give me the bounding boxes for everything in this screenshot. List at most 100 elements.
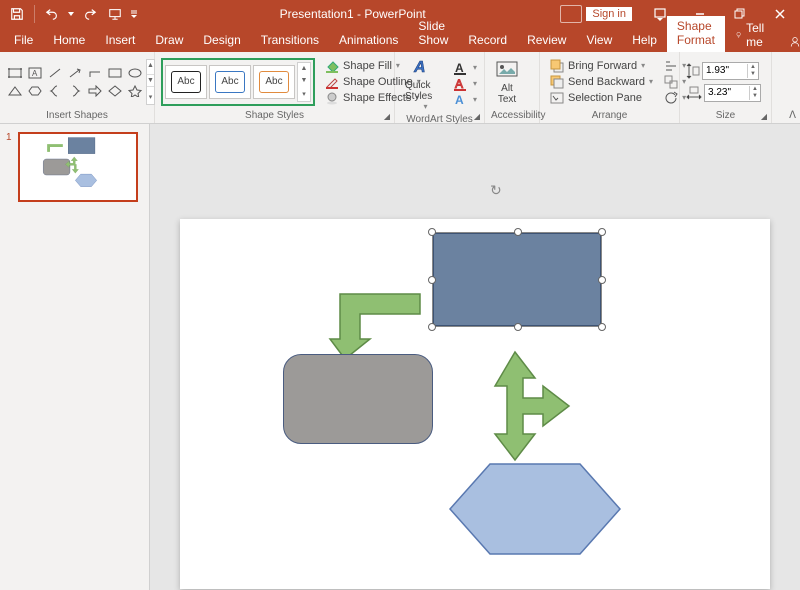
shape-rarrow-icon[interactable]	[86, 83, 104, 99]
pen-outline-icon	[325, 75, 339, 89]
window-title: Presentation1 - PowerPoint	[145, 7, 560, 21]
tab-insert[interactable]: Insert	[95, 30, 145, 52]
slide[interactable]	[180, 219, 770, 589]
tab-animations[interactable]: Animations	[329, 30, 408, 52]
undo-button[interactable]	[41, 3, 63, 25]
resize-handle-ne[interactable]	[598, 228, 606, 236]
shape-selected-rect[interactable]	[432, 232, 602, 327]
width-input[interactable]	[705, 87, 749, 98]
svg-text:A: A	[455, 77, 463, 91]
shape-arrow-icon[interactable]	[66, 65, 84, 81]
tab-transitions[interactable]: Transitions	[251, 30, 329, 52]
text-fill-button[interactable]: A▾	[452, 60, 478, 76]
selection-pane-icon	[550, 91, 564, 105]
group-shape-styles: Abc Abc Abc ▲▼▾ Shape Fill▾ Shape Outlin…	[155, 52, 395, 123]
tab-help[interactable]: Help	[622, 30, 667, 52]
resize-handle-se[interactable]	[598, 323, 606, 331]
resize-handle-n[interactable]	[514, 228, 522, 236]
width-spinner[interactable]: ▲▼	[749, 86, 760, 100]
alt-text-button[interactable]: AltText	[491, 57, 523, 107]
shape-three-arrow[interactable]	[455, 344, 575, 464]
text-outline-button[interactable]: A▾	[452, 76, 478, 92]
shape-l-arrow[interactable]	[320, 274, 430, 364]
shape-rect-icon[interactable]	[6, 65, 24, 81]
group-label: Arrange	[546, 109, 673, 123]
shape-styles-launcher[interactable]: ◢	[382, 111, 392, 121]
svg-text:A: A	[413, 59, 426, 76]
tab-review[interactable]: Review	[517, 30, 576, 52]
send-backward-button[interactable]: Send Backward▾	[546, 74, 657, 90]
tab-slideshow[interactable]: Slide Show	[408, 16, 458, 52]
tab-view[interactable]: View	[576, 30, 622, 52]
style-preset-2[interactable]: Abc	[209, 65, 251, 99]
style-preset-1[interactable]: Abc	[165, 65, 207, 99]
signin-button[interactable]: Sign in	[586, 7, 632, 21]
resize-handle-e[interactable]	[598, 276, 606, 284]
tab-file[interactable]: File	[4, 30, 43, 52]
resize-handle-w[interactable]	[428, 276, 436, 284]
text-effects-button[interactable]: A▾	[452, 92, 478, 108]
svg-text:A: A	[455, 61, 464, 75]
shape-oval-icon[interactable]	[126, 65, 144, 81]
bulb-icon	[735, 29, 742, 41]
group-insert-shapes: A ▲▼▾ Insert Shapes	[0, 52, 155, 123]
shape-rounded-rect[interactable]	[283, 354, 433, 444]
bring-forward-button[interactable]: Bring Forward▾	[546, 58, 657, 74]
wordart-launcher[interactable]: ◢	[472, 111, 482, 121]
height-icon	[686, 63, 700, 79]
save-button[interactable]	[6, 3, 28, 25]
shape-hexagon[interactable]	[445, 454, 625, 564]
redo-button[interactable]	[79, 3, 101, 25]
share-icon	[789, 36, 800, 48]
tab-draw[interactable]: Draw	[145, 30, 193, 52]
wordart-icon: A	[412, 56, 438, 78]
shape-rect2-icon[interactable]	[106, 65, 124, 81]
shape-textbox-icon[interactable]: A	[26, 65, 44, 81]
collapse-ribbon-button[interactable]: ᐱ	[789, 110, 796, 121]
tab-shape-format[interactable]: Shape Format	[667, 16, 725, 52]
qat-customize[interactable]	[129, 3, 139, 25]
width-icon	[686, 86, 702, 100]
alt-text-icon	[495, 59, 519, 81]
bring-forward-icon	[550, 59, 564, 73]
shape-lbrace-icon[interactable]	[46, 83, 64, 99]
shape-tri-icon[interactable]	[6, 83, 24, 99]
slideshow-button[interactable]	[104, 3, 126, 25]
slide-thumbnail-1[interactable]	[18, 132, 138, 202]
height-input[interactable]	[703, 65, 747, 76]
shape-star-icon[interactable]	[126, 83, 144, 99]
resize-handle-s[interactable]	[514, 323, 522, 331]
height-field: ▲▼	[686, 62, 761, 80]
size-launcher[interactable]: ◢	[759, 111, 769, 121]
tab-home[interactable]: Home	[43, 30, 95, 52]
group-accessibility: AltText Accessibility	[485, 52, 540, 123]
shapes-gallery-more[interactable]: ▲▼▾	[146, 59, 155, 105]
styles-gallery-more[interactable]: ▲▼▾	[297, 62, 311, 102]
slide-thumbnail-pane[interactable]: 1	[0, 124, 150, 590]
slide-canvas-area[interactable]: ↻	[150, 124, 800, 590]
height-spinner[interactable]: ▲▼	[747, 64, 758, 78]
workspace: 1 ↻	[0, 124, 800, 590]
quick-styles-button[interactable]: A Quick Styles▾	[401, 54, 450, 113]
shape-line-icon[interactable]	[46, 65, 64, 81]
tab-record[interactable]: Record	[458, 30, 517, 52]
tab-design[interactable]: Design	[193, 30, 250, 52]
selection-pane-button[interactable]: Selection Pane	[546, 90, 657, 106]
group-label: Size	[686, 109, 765, 123]
shape-elbow-icon[interactable]	[86, 65, 104, 81]
undo-dropdown[interactable]	[66, 3, 76, 25]
tell-me-button[interactable]: Tell me	[725, 18, 779, 52]
shape-hex-icon[interactable]	[26, 83, 44, 99]
style-preset-3[interactable]: Abc	[253, 65, 295, 99]
ribbon-tabs: File Home Insert Draw Design Transitions…	[0, 28, 800, 52]
account-icon[interactable]	[560, 5, 582, 23]
shape-rbrace-icon[interactable]	[66, 83, 84, 99]
svg-text:A: A	[32, 69, 38, 78]
ribbon: A ▲▼▾ Insert Shapes Abc	[0, 52, 800, 124]
thumb-number: 1	[6, 132, 12, 143]
resize-handle-nw[interactable]	[428, 228, 436, 236]
share-button[interactable]: Share	[779, 32, 800, 52]
shape-diamond-icon[interactable]	[106, 83, 124, 99]
rotation-handle[interactable]: ↻	[490, 182, 502, 199]
resize-handle-sw[interactable]	[428, 323, 436, 331]
